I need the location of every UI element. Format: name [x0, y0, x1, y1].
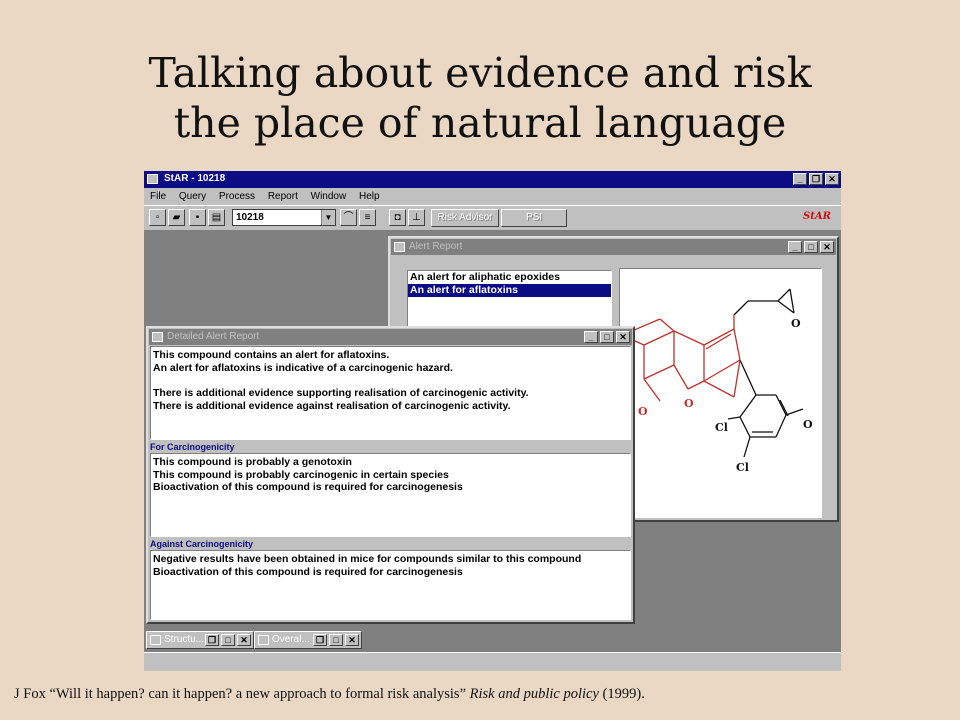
- minimized-window-title: Structu...: [164, 634, 205, 645]
- summary-line: This compound contains an alert for afla…: [153, 349, 390, 361]
- menu-window[interactable]: Window: [311, 189, 347, 205]
- star-app-window: StAR - 10218 _ ❐ ✕ File Query Process Re…: [144, 171, 841, 671]
- summary-pane: This compound contains an alert for afla…: [150, 346, 631, 440]
- menu-report[interactable]: Report: [268, 189, 298, 205]
- save-disk-icon[interactable]: ▪: [189, 209, 206, 226]
- chevron-down-icon[interactable]: ▼: [321, 210, 335, 225]
- summary-line: There is additional evidence against rea…: [153, 399, 511, 412]
- alert-close-button[interactable]: ✕: [820, 241, 834, 253]
- star-logo: StAR: [803, 211, 831, 222]
- open-folder-icon[interactable]: ▰: [168, 209, 185, 226]
- document-icon[interactable]: ≡: [359, 209, 376, 226]
- new-file-icon[interactable]: ▫: [149, 209, 166, 226]
- citation-year: (1999).: [598, 686, 645, 702]
- psi-button[interactable]: PSI: [501, 209, 567, 227]
- risk-advisor-button[interactable]: Risk Advisor: [431, 209, 499, 227]
- chlorine-label: Cl: [736, 461, 749, 474]
- alert-list-item[interactable]: An alert for aliphatic epoxides: [408, 271, 611, 284]
- against-evidence-item: Negative results have been obtained in m…: [153, 553, 582, 565]
- minimize-button[interactable]: _: [793, 173, 807, 185]
- minimized-structure-window[interactable]: Structu... ❐ □ ✕: [146, 631, 254, 649]
- app-titlebar: StAR - 10218 _ ❐ ✕: [144, 171, 841, 188]
- draw-bond-icon[interactable]: ⌒: [340, 209, 357, 226]
- citation-quote: “Will it happen? can it happen? a new ap…: [49, 686, 470, 702]
- alert-maximize-button[interactable]: □: [804, 241, 818, 253]
- menu-file[interactable]: File: [150, 189, 166, 205]
- restore-button[interactable]: ❐: [313, 634, 327, 646]
- oxygen-label: O: [638, 405, 648, 418]
- alert-report-title: Alert Report: [409, 241, 463, 252]
- oxygen-label: O: [791, 317, 801, 330]
- menu-bar: File Query Process Report Window Help: [144, 189, 841, 205]
- against-evidence-pane: Negative results have been obtained in m…: [150, 550, 631, 620]
- compound-id-combo[interactable]: 10218 ▼: [232, 209, 336, 226]
- status-bar: [144, 652, 841, 671]
- for-evidence-pane: This compound is probably a genotoxin Th…: [150, 453, 631, 537]
- detailed-report-title: Detailed Alert Report: [167, 331, 260, 342]
- molecule-view: O O O Cl O Cl: [619, 268, 822, 518]
- compound-id-value: 10218: [236, 212, 264, 223]
- alert-minimize-button[interactable]: _: [788, 241, 802, 253]
- citation-author: J Fox: [14, 686, 50, 702]
- against-evidence-item: Bioactivation of this compound is requir…: [153, 565, 463, 578]
- menu-process[interactable]: Process: [219, 189, 255, 205]
- mdi-workspace: Alert Report _ □ ✕ An alert for aliphati…: [144, 230, 841, 653]
- chlorine-label: Cl: [715, 421, 728, 434]
- alert-list-item-selected[interactable]: An alert for aflatoxins: [408, 284, 611, 297]
- for-evidence-item: This compound is probably a genotoxin: [153, 456, 352, 468]
- detail-close-button[interactable]: ✕: [616, 331, 630, 343]
- maximize-button[interactable]: □: [329, 634, 343, 646]
- camera-icon[interactable]: ◘: [389, 209, 406, 226]
- menu-query[interactable]: Query: [179, 189, 206, 205]
- for-carcinogenicity-label: For Carcinogenicity: [150, 442, 235, 452]
- restore-button[interactable]: ❐: [809, 173, 823, 185]
- app-title: StAR - 10218: [164, 173, 226, 184]
- slide-title-line1: Talking about evidence and risk: [148, 49, 812, 97]
- maximize-button[interactable]: □: [221, 634, 235, 646]
- window-system-icon[interactable]: [150, 635, 161, 645]
- toolbar: ▫ ▰ ▪ ▤ 10218 ▼ ⌒ ≡ ◘ ⊥ Risk Advisor PSI…: [144, 205, 841, 231]
- summary-line: An alert for aflatoxins is indicative of…: [153, 361, 453, 374]
- stamp-icon[interactable]: ⊥: [408, 209, 425, 226]
- for-evidence-item: This compound is probably carcinogenic i…: [153, 468, 449, 481]
- citation-journal: Risk and public policy: [469, 686, 599, 702]
- window-system-icon[interactable]: [394, 242, 405, 252]
- oxygen-label: O: [803, 418, 813, 431]
- slide-title: Talking about evidence and risk the plac…: [0, 48, 960, 148]
- window-system-icon[interactable]: [258, 635, 269, 645]
- detailed-report-titlebar: Detailed Alert Report _ □ ✕: [149, 329, 632, 345]
- against-carcinogenicity-label: Against Carcinogenicity: [150, 539, 254, 549]
- close-button[interactable]: ✕: [345, 634, 359, 646]
- app-system-menu-icon[interactable]: [147, 174, 158, 184]
- detailed-alert-report-window: Detailed Alert Report _ □ ✕ This compoun…: [146, 326, 635, 624]
- alert-list[interactable]: An alert for aliphatic epoxides An alert…: [407, 270, 612, 332]
- for-evidence-item: Bioactivation of this compound is requir…: [153, 481, 463, 493]
- restore-button[interactable]: ❐: [205, 634, 219, 646]
- alert-report-titlebar: Alert Report _ □ ✕: [391, 239, 836, 255]
- aflatoxin-structure-diagram: O O O Cl O Cl: [620, 288, 813, 474]
- print-icon[interactable]: ▤: [208, 209, 225, 226]
- close-button[interactable]: ✕: [825, 173, 839, 185]
- summary-line: There is additional evidence supporting …: [153, 387, 529, 399]
- slide-title-line2: the place of natural language: [173, 99, 787, 147]
- minimized-overall-window[interactable]: Overal... ❐ □ ✕: [254, 631, 362, 649]
- window-system-icon[interactable]: [152, 332, 163, 342]
- detail-minimize-button[interactable]: _: [584, 331, 598, 343]
- detail-maximize-button[interactable]: □: [600, 331, 614, 343]
- minimized-window-title: Overal...: [272, 634, 310, 645]
- citation: J Fox “Will it happen? can it happen? a …: [14, 686, 645, 703]
- menu-help[interactable]: Help: [359, 189, 380, 205]
- close-button[interactable]: ✕: [237, 634, 251, 646]
- oxygen-label: O: [684, 397, 694, 410]
